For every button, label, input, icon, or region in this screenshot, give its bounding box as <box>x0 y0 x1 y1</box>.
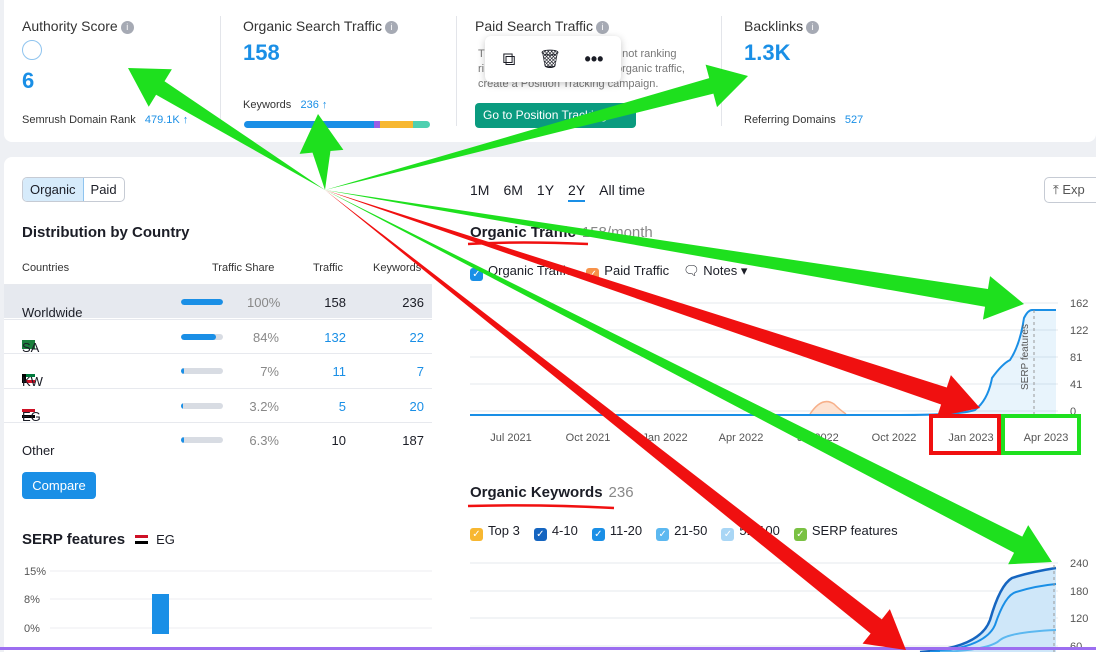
underline-red <box>467 241 589 246</box>
serp-bar <box>152 594 169 634</box>
charts-overlay: 16212281410Jul 2021 Oct 2021 Jan 2022 Apr 2… <box>0 64 1096 652</box>
x-tick-label: Jan 2023 <box>948 432 993 444</box>
y-tick-label: 162 <box>1070 298 1088 310</box>
arrow-green <box>128 68 325 190</box>
x-tick-label: Oct 2022 <box>872 432 917 444</box>
serp-features-chart: 15% 8% 0% <box>0 566 1096 650</box>
arrow-red <box>325 190 906 650</box>
y-tick-label: 60 <box>1070 641 1082 652</box>
arrow-green <box>325 64 748 190</box>
paid-traffic-bump <box>809 400 847 415</box>
x-tick-label: Apr 2023 <box>1024 432 1069 444</box>
y-tick-label: 240 <box>1070 558 1088 570</box>
y-tick-label: 41 <box>1070 379 1082 391</box>
y-tick-label: 8% <box>24 594 40 606</box>
y-tick-label: 0% <box>24 623 40 635</box>
x-tick-label: Jul 2021 <box>490 432 532 444</box>
underline-red <box>467 504 615 510</box>
y-tick-label: 122 <box>1070 325 1088 337</box>
y-tick-label: 81 <box>1070 352 1082 364</box>
y-tick-label: 120 <box>1070 613 1088 625</box>
arrow-green <box>325 190 1024 320</box>
bottom-edge-line <box>0 647 1096 650</box>
organic-keywords-chart: 240 180 120 60 <box>470 558 1088 652</box>
serp-side-label: SERP features <box>1020 324 1031 390</box>
y-tick-label: 180 <box>1070 586 1088 598</box>
y-tick-label: 15% <box>24 566 46 578</box>
x-tick-label: Oct 2021 <box>566 432 611 444</box>
keywords-area <box>920 568 1056 652</box>
x-tick-label: Apr 2022 <box>719 432 764 444</box>
